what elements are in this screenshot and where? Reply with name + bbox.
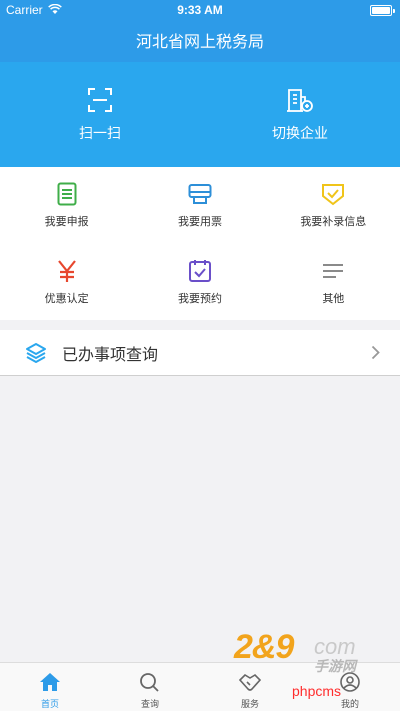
battery-icon	[370, 5, 395, 16]
use-invoice-label: 我要用票	[177, 215, 222, 229]
handshake-icon	[239, 673, 261, 691]
tab-service[interactable]: 服务	[200, 663, 300, 711]
calendar-check-icon	[188, 259, 211, 282]
search-icon	[140, 673, 159, 692]
preferential-label: 优惠认定	[44, 291, 89, 305]
printer-icon	[188, 184, 212, 205]
menu-lines-icon	[323, 263, 344, 278]
page-title: 河北省网上税务局	[135, 32, 264, 51]
other-label: 其他	[322, 291, 345, 305]
appointment-button[interactable]: 我要预约	[133, 244, 266, 321]
layers-icon	[26, 342, 46, 363]
handled-items-query-row[interactable]: 已办事项查询	[0, 330, 400, 376]
scan-button[interactable]: 扫一扫	[0, 62, 200, 167]
supplement-info-button[interactable]: 我要补录信息	[267, 167, 400, 244]
handled-items-query-label: 已办事项查询	[62, 344, 159, 364]
tab-mine-label: 我的	[340, 700, 359, 710]
tab-query-label: 查询	[140, 700, 159, 710]
other-button[interactable]: 其他	[267, 244, 400, 321]
checkmark-shield-icon	[322, 184, 345, 206]
user-icon	[340, 672, 360, 692]
nav-bar: 河北省网上税务局	[0, 22, 400, 62]
status-time: 9:33 AM	[177, 3, 223, 17]
appointment-label: 我要预约	[177, 291, 222, 305]
yen-icon	[57, 260, 76, 282]
chevron-right-icon	[371, 345, 380, 360]
declare-label: 我要申报	[44, 215, 89, 229]
empty-content-area	[0, 377, 400, 662]
switch-company-label: 切换企业	[272, 125, 328, 142]
preferential-button[interactable]: 优惠认定	[0, 244, 133, 321]
tab-home[interactable]: 首页	[0, 663, 100, 711]
function-grid: 我要申报 我要用票 我要补录信息 优惠认定 我要预约 其他	[0, 167, 400, 320]
switch-company-button[interactable]: 切换企业	[200, 62, 400, 167]
tab-bar: 首页 查询 服务 我的	[0, 662, 400, 711]
scan-icon	[88, 87, 112, 112]
supplement-info-label: 我要补录信息	[300, 215, 367, 229]
status-bar: Carrier 9:33 AM	[0, 0, 400, 22]
tab-home-label: 首页	[40, 700, 59, 710]
scan-label: 扫一扫	[79, 125, 121, 142]
tab-mine[interactable]: 我的	[300, 663, 400, 711]
hero-actions: 扫一扫 切换企业	[0, 62, 400, 167]
home-icon	[40, 673, 60, 691]
use-invoice-button[interactable]: 我要用票	[133, 167, 266, 244]
building-switch-icon	[287, 88, 313, 112]
declare-button[interactable]: 我要申报	[0, 167, 133, 244]
document-icon	[57, 182, 77, 206]
tab-service-label: 服务	[240, 700, 259, 710]
tab-query[interactable]: 查询	[100, 663, 200, 711]
